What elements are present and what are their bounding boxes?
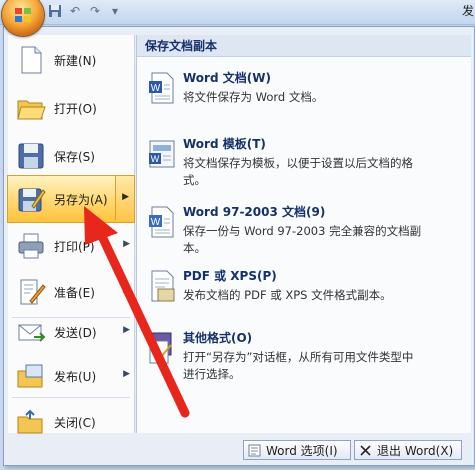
- word-document-icon: W: [149, 72, 174, 104]
- menu-item-send[interactable]: 发送(D) ▶: [8, 309, 134, 355]
- exit-word-label: 退出 Word(X): [377, 444, 454, 458]
- close-icon: [360, 445, 371, 456]
- option-title: Word 文档(W): [183, 71, 271, 85]
- save-option-word-document[interactable]: W Word 文档(W) 将文件保存为 Word 文档。: [137, 69, 471, 115]
- office-menu: 新建(N) 打开(O) 保存(S) 另存为(A) ▶ 打印(P) ▶ 准备(E)…: [3, 26, 475, 466]
- word-97-2003-icon: W: [149, 206, 174, 238]
- menu-item-label: 发送(D): [54, 326, 97, 340]
- open-folder-icon: [17, 100, 46, 120]
- word-options-label: Word 选项(I): [266, 444, 338, 458]
- office-logo-icon: [15, 8, 31, 22]
- chevron-right-icon: ▶: [123, 325, 130, 335]
- menu-item-print[interactable]: 打印(P) ▶: [8, 223, 134, 269]
- printer-icon: [18, 233, 44, 259]
- save-disk-icon: [18, 143, 44, 169]
- save-option-word-template[interactable]: W Word 模板(T) 将文档保存为模板，以便于设置以后文档的格式。: [137, 135, 471, 191]
- word-template-icon: W: [149, 140, 175, 168]
- partial-tab-label: 发: [462, 4, 475, 18]
- menu-item-label: 另存为(A): [54, 193, 108, 207]
- publish-icon: [17, 364, 43, 388]
- other-formats-icon: [149, 332, 172, 364]
- chevron-right-icon: ▶: [123, 285, 130, 295]
- customize-qat-icon[interactable]: ▾: [108, 4, 122, 18]
- svg-text:W: W: [151, 154, 160, 164]
- undo-icon[interactable]: ↶: [68, 4, 82, 18]
- new-document-icon: [21, 46, 42, 74]
- save-as-icon: [18, 188, 46, 212]
- menu-footer: Word 选项(I) 退出 Word(X): [4, 435, 474, 465]
- svg-text:W: W: [151, 83, 161, 94]
- close-document-icon: [17, 409, 43, 434]
- option-description: 打开“另存为”对话框，从所有可用文件类型中进行选择。: [183, 350, 414, 381]
- redo-icon[interactable]: ↷: [88, 4, 102, 18]
- option-description: 保存一份与 Word 97-2003 完全兼容的文档副本。: [183, 224, 422, 255]
- submenu-title: 保存文档副本: [137, 35, 471, 57]
- menu-divider: [12, 397, 130, 398]
- option-title: 其他格式(O): [183, 331, 253, 345]
- chevron-right-icon: ▶: [123, 239, 130, 249]
- option-title: Word 97-2003 文档(9): [183, 205, 326, 219]
- pdf-xps-icon: [151, 270, 175, 302]
- menu-item-label: 准备(E): [54, 286, 95, 300]
- chevron-right-icon: ▶: [123, 369, 130, 379]
- menu-item-label: 保存(S): [54, 150, 95, 164]
- menu-item-publish[interactable]: 发布(U) ▶: [8, 353, 134, 399]
- menu-item-open[interactable]: 打开(O): [8, 85, 134, 131]
- quick-access-toolbar: ↶ ↷ ▾: [48, 0, 122, 22]
- menu-item-new[interactable]: 新建(N): [8, 37, 134, 83]
- send-icon: [18, 324, 46, 342]
- option-description: 将文档保存为模板，以便于设置以后文档的格式。: [183, 156, 413, 187]
- save-option-other-formats[interactable]: 其他格式(O) 打开“另存为”对话框，从所有可用文件类型中进行选择。: [137, 329, 471, 385]
- svg-text:W: W: [151, 217, 161, 228]
- menu-item-save-as[interactable]: 另存为(A) ▶: [7, 175, 135, 223]
- word-options-button[interactable]: Word 选项(I): [243, 440, 351, 460]
- prepare-icon: [20, 279, 46, 305]
- menu-item-label: 打开(O): [54, 102, 97, 116]
- save-option-pdf-xps[interactable]: PDF 或 XPS(P) 发布文档的 PDF 或 XPS 文件格式副本。: [137, 267, 471, 313]
- option-description: 发布文档的 PDF 或 XPS 文件格式副本。: [183, 288, 392, 302]
- menu-item-label: 发布(U): [54, 370, 97, 384]
- option-description: 将文件保存为 Word 文档。: [183, 90, 324, 104]
- exit-word-button[interactable]: 退出 Word(X): [354, 440, 462, 460]
- options-icon: [248, 444, 261, 457]
- chevron-right-icon: ▶: [122, 192, 129, 202]
- menu-item-label: 关闭(C): [54, 416, 96, 430]
- menu-item-label: 新建(N): [54, 54, 97, 68]
- menu-item-save[interactable]: 保存(S): [8, 133, 134, 179]
- save-icon[interactable]: [48, 4, 62, 18]
- option-title: PDF 或 XPS(P): [183, 269, 277, 283]
- menu-item-label: 打印(P): [54, 240, 95, 254]
- save-option-word-97-2003[interactable]: W Word 97-2003 文档(9) 保存一份与 Word 97-2003 …: [137, 203, 471, 259]
- option-title: Word 模板(T): [183, 137, 266, 151]
- menu-command-list: 新建(N) 打开(O) 保存(S) 另存为(A) ▶ 打印(P) ▶ 准备(E)…: [7, 35, 135, 434]
- save-as-submenu: 保存文档副本 W Word 文档(W) 将文件保存为 Word 文档。 W Wo…: [136, 35, 471, 433]
